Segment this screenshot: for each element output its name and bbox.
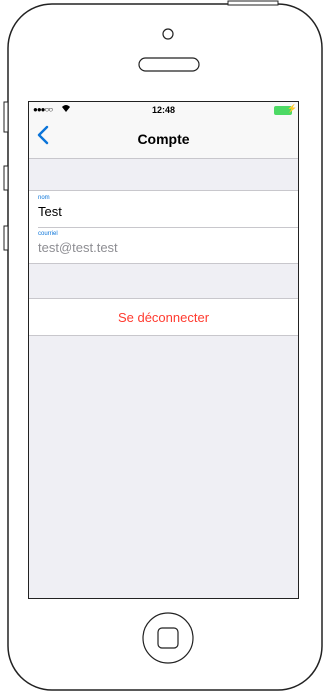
- email-field-label: courriel: [38, 231, 58, 237]
- name-field-label: nom: [38, 195, 50, 201]
- email-field-value[interactable]: test@test.test: [38, 240, 118, 255]
- logout-button-label: Se déconnecter: [117, 310, 210, 325]
- charging-icon: ⚡: [287, 104, 297, 113]
- app-screen: ●●●○○ 12:48 ⚡ Compte nom Test courriel t…: [29, 102, 298, 598]
- page-title: Compte: [137, 131, 190, 147]
- status-time: 12:48: [151, 105, 176, 115]
- camera-icon: [162, 28, 174, 40]
- name-field[interactable]: nom Test: [29, 191, 298, 227]
- email-field[interactable]: courriel test@test.test: [29, 227, 298, 263]
- speaker-grille: [138, 57, 200, 72]
- name-field-value[interactable]: Test: [38, 204, 62, 219]
- navigation-bar: Compte: [29, 118, 298, 159]
- account-fields-group: nom Test courriel test@test.test: [29, 190, 298, 264]
- status-bar: ●●●○○ 12:48 ⚡: [29, 102, 298, 118]
- logout-button[interactable]: Se déconnecter: [29, 298, 298, 336]
